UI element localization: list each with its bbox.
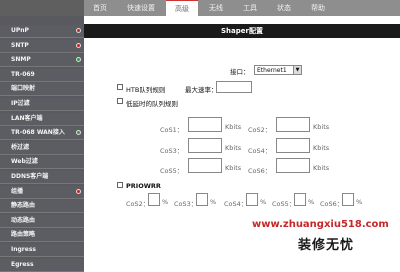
sidebar-item-label: Ingress [11, 246, 36, 253]
sidebar-item[interactable]: Ingress [0, 244, 84, 257]
sidebar-item[interactable]: TR-069 [0, 68, 84, 82]
sidebar-item-label: SNMP [11, 56, 31, 64]
status-dot-icon [76, 130, 81, 136]
sidebar-item-label: 组播 [11, 187, 24, 195]
cos5-input[interactable] [188, 158, 222, 173]
watermark-logo: 装修无忧 [298, 238, 355, 253]
low-latency-checkbox[interactable] [117, 98, 123, 104]
cos3-label: CoS3： [160, 147, 184, 155]
cos3-input[interactable] [188, 138, 222, 153]
cos4-unit: Kbits [313, 144, 330, 152]
tab-help[interactable]: 帮助 [302, 0, 334, 16]
max-rate-input[interactable] [216, 81, 252, 93]
tab-tools[interactable]: 工具 [234, 0, 266, 16]
chevron-down-icon: ▼ [293, 66, 301, 74]
max-rate-label: 最大速率： [185, 86, 218, 94]
status-dot-icon [76, 188, 81, 194]
sidebar-item[interactable]: SNTP [0, 39, 84, 53]
sidebar-item-label: 动态路由 [11, 216, 36, 224]
page-title: Shaper配置 [221, 27, 263, 35]
priowrr-cos-input[interactable] [246, 193, 258, 206]
htb-label: HTB队列规则 [126, 86, 166, 94]
sidebar-item-label: SNTP [11, 41, 29, 49]
cos2-label: CoS2： [248, 126, 272, 134]
sidebar-item-label: Web过滤 [11, 158, 38, 166]
priowrr-percent: % [356, 198, 363, 206]
tab-home[interactable]: 首页 [84, 0, 116, 16]
sidebar-item[interactable]: SNMP [0, 54, 84, 68]
sidebar-item[interactable]: Egress [0, 258, 84, 272]
top-tabs: 首页 快速设置 高级 无线 工具 状态 帮助 [84, 0, 336, 16]
priowrr-cos-input[interactable] [148, 193, 160, 206]
sidebar-item-label: 端口映射 [11, 85, 36, 93]
cos5-label: CoS5： [160, 167, 184, 175]
sidebar-item-label: TR-068 WAN接入 [11, 129, 65, 137]
low-latency-label: 低延时的队列规则 [126, 100, 178, 108]
interface-label: 接口： [230, 68, 250, 76]
status-dot-icon [76, 57, 81, 63]
cos1-label: CoS1： [160, 126, 184, 134]
cos4-label: CoS4： [248, 147, 272, 155]
sidebar-item-label: Egress [11, 260, 34, 268]
cos4-input[interactable] [276, 138, 310, 153]
sidebar: UPnP SNTP SNMP TR-069 端口映射 IP过滤 LAN客户端 TR-068 W… [0, 16, 84, 272]
tab-wireless[interactable]: 无线 [200, 0, 232, 16]
sidebar-item-label: LAN客户端 [11, 114, 43, 122]
priowrr-cos-label: CoS5： [272, 200, 296, 208]
priowrr-cos-input[interactable] [294, 193, 306, 206]
sidebar-item-label: 静态路由 [11, 202, 36, 210]
cos6-input[interactable] [276, 158, 310, 173]
tab-quick-setup[interactable]: 快速设置 [118, 0, 164, 16]
cos1-unit: Kbits [225, 123, 242, 131]
priowrr-cos-label: CoS2： [126, 200, 150, 208]
sidebar-item-label: IP过滤 [11, 100, 30, 107]
tab-advanced[interactable]: 高级 [166, 0, 198, 16]
priowrr-cos-label: CoS4： [224, 200, 248, 208]
cos6-unit: Kbits [313, 164, 330, 172]
priowrr-percent: % [260, 198, 267, 206]
priowrr-cos-input[interactable] [196, 193, 208, 206]
priowrr-cos-label: CoS6： [320, 200, 344, 208]
cos5-unit: Kbits [225, 164, 242, 172]
sidebar-item-label: DDNS客户端 [11, 173, 49, 180]
sidebar-item[interactable]: 端口映射 [0, 83, 84, 97]
cos2-input[interactable] [276, 117, 310, 132]
sidebar-item[interactable]: 桥过滤 [0, 141, 84, 155]
cos6-label: CoS6： [248, 167, 272, 175]
sidebar-item[interactable]: TR-068 WAN接入 [0, 127, 84, 141]
htb-checkbox[interactable] [117, 84, 123, 90]
interface-select[interactable]: Ethernet1 ▼ [254, 65, 302, 75]
sidebar-item[interactable]: 组播 [0, 185, 84, 199]
priowrr-cos-input[interactable] [342, 193, 354, 206]
priowrr-percent: % [162, 198, 169, 206]
sidebar-item[interactable]: LAN客户端 [0, 112, 84, 126]
priowrr-percent: % [210, 198, 217, 206]
sidebar-item[interactable]: IP过滤 [0, 98, 84, 111]
cos1-input[interactable] [188, 117, 222, 132]
sidebar-item[interactable]: Web过滤 [0, 156, 84, 170]
sidebar-item[interactable]: UPnP [0, 25, 84, 38]
sidebar-item-label: 桥过滤 [11, 143, 30, 151]
top-left-panel [0, 0, 84, 16]
interface-select-value: Ethernet1 [257, 67, 287, 74]
sidebar-item[interactable]: 动态路由 [0, 214, 84, 228]
priowrr-percent: % [308, 198, 315, 206]
cos3-unit: Kbits [225, 144, 242, 152]
priowrr-checkbox[interactable] [117, 182, 123, 188]
sidebar-item[interactable]: 路由策略 [0, 229, 84, 243]
watermark-url: www.zhuangxiu518.com [252, 219, 389, 230]
sidebar-item[interactable]: DDNS客户端 [0, 171, 84, 184]
sidebar-item[interactable]: 静态路由 [0, 200, 84, 214]
priowrr-label: PRIOWRR [126, 182, 161, 190]
cos2-unit: Kbits [313, 123, 330, 131]
sidebar-item-label: 路由策略 [11, 231, 36, 239]
status-dot-icon [76, 28, 81, 33]
priowrr-cos-label: CoS3： [174, 200, 198, 208]
sidebar-item-label: UPnP [11, 27, 29, 34]
tab-status[interactable]: 状态 [268, 0, 300, 16]
status-dot-icon [76, 42, 81, 48]
sidebar-item-label: TR-069 [11, 70, 35, 78]
